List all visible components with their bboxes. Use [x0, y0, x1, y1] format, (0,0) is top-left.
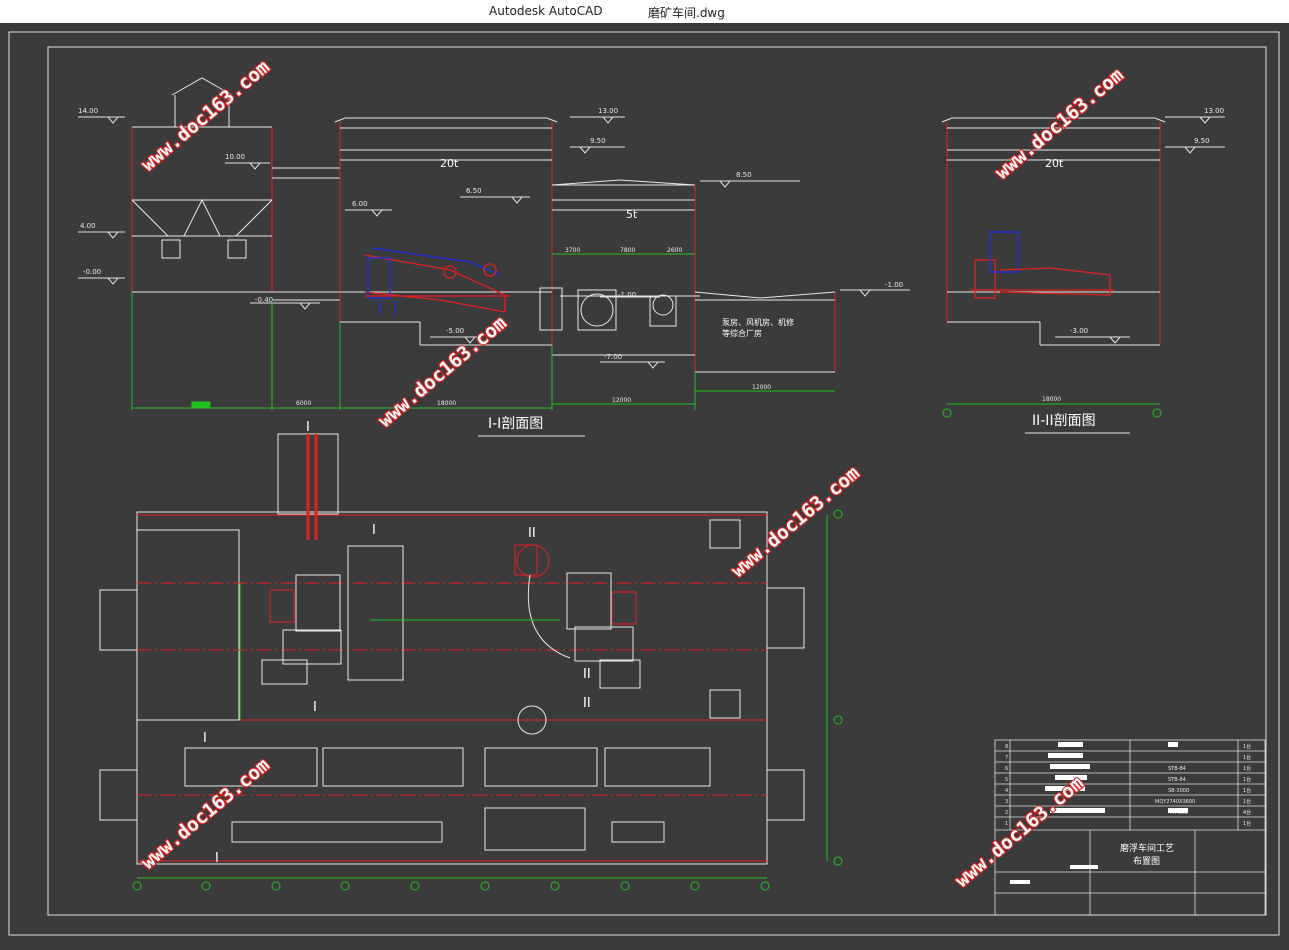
crane-20t-label: 20t	[440, 157, 459, 170]
svg-text:MQY2740X3600: MQY2740X3600	[1155, 799, 1195, 805]
svg-text:6: 6	[1005, 766, 1008, 772]
svg-text:I: I	[306, 420, 310, 435]
svg-text:18000: 18000	[437, 400, 456, 407]
svg-text:www.doc163.com: www.doc163.com	[951, 772, 1088, 892]
svg-text:II: II	[528, 526, 536, 541]
svg-text:-0.00: -0.00	[83, 268, 101, 276]
svg-text:1台: 1台	[1243, 754, 1251, 761]
svg-text:I: I	[203, 731, 207, 746]
svg-text:1台: 1台	[1243, 743, 1251, 750]
svg-text:1台: 1台	[1243, 776, 1251, 783]
svg-text:1: 1	[1005, 821, 1008, 827]
svg-text:STB-84: STB-84	[1168, 777, 1186, 783]
svg-text:14.00: 14.00	[78, 107, 98, 115]
svg-text:2: 2	[1005, 810, 1008, 816]
drawing-title-1: 磨浮车间工艺	[1120, 842, 1174, 854]
svg-text:12000: 12000	[612, 397, 631, 404]
axis-bubble	[942, 408, 952, 418]
svg-text:8.50: 8.50	[736, 171, 752, 179]
svg-text:6.50: 6.50	[466, 187, 482, 195]
pump-house-note-2: 等综合厂房	[722, 328, 762, 338]
pump-house-note-1: 泵房、风机房、机修	[722, 317, 794, 327]
svg-text:6000: 6000	[296, 400, 311, 407]
section-2-drawing	[941, 116, 1225, 346]
svg-text:9.50: 9.50	[1194, 137, 1210, 145]
svg-text:www.doc163.com: www.doc163.com	[374, 312, 511, 432]
svg-text:1台: 1台	[1243, 820, 1251, 827]
svg-text:2600: 2600	[667, 247, 682, 254]
section-2-title: II-II剖面图	[1032, 413, 1096, 429]
crane-5t-label: 5t	[626, 208, 638, 221]
app-title: Autodesk AutoCAD	[489, 4, 603, 18]
crane-20t-label-2: 20t	[1045, 157, 1064, 170]
file-title: 磨矿车间.dwg	[648, 6, 725, 20]
svg-text:10.00: 10.00	[225, 153, 245, 161]
svg-text:4: 4	[1005, 788, 1008, 794]
svg-text:-5.00: -5.00	[446, 327, 464, 335]
svg-text:3: 3	[1005, 799, 1008, 805]
svg-text:4.00: 4.00	[80, 222, 96, 230]
svg-text:4台: 4台	[1243, 809, 1251, 816]
svg-text:-1.00: -1.00	[618, 291, 636, 299]
drawing-canvas[interactable]: 14.00 10.00 4.00 -0.00 -0.40 6.00 13.00 …	[0, 23, 1289, 946]
svg-text:8: 8	[1005, 744, 1008, 750]
watermarks: www.doc163.com www.doc163.com www.doc163…	[136, 55, 1129, 893]
drawing-title-2: 布置图	[1133, 855, 1160, 867]
cad-drawing: 14.00 10.00 4.00 -0.00 -0.40 6.00 13.00 …	[8, 31, 1280, 936]
svg-text:I: I	[215, 851, 219, 866]
svg-text:7800: 7800	[620, 247, 635, 254]
svg-text:STB-84: STB-84	[1168, 766, 1186, 772]
svg-text:II: II	[583, 667, 591, 682]
svg-text:1台: 1台	[1243, 787, 1251, 794]
svg-text:-7.00: -7.00	[604, 353, 622, 361]
svg-text:II: II	[583, 696, 591, 711]
window-titlebar: Autodesk AutoCAD 磨矿车间.dwg	[0, 0, 1289, 24]
svg-text:6.00: 6.00	[352, 200, 368, 208]
svg-text:12000: 12000	[752, 384, 771, 391]
svg-text:13.00: 13.00	[1204, 107, 1224, 115]
svg-text:13.00: 13.00	[598, 107, 618, 115]
svg-text:-3.00: -3.00	[1070, 327, 1088, 335]
svg-text:I: I	[313, 700, 317, 715]
svg-text:-0.40: -0.40	[255, 296, 273, 304]
svg-text:SB-3000: SB-3000	[1168, 788, 1189, 794]
svg-text:1台: 1台	[1243, 798, 1251, 805]
svg-text:9.50: 9.50	[590, 137, 606, 145]
outer-frame	[8, 31, 1280, 936]
section-2-dim: 18000	[1042, 396, 1061, 403]
svg-text:I: I	[372, 523, 376, 538]
plan-dimension-lines	[137, 515, 828, 879]
svg-text:7: 7	[1005, 755, 1008, 761]
svg-text:1台: 1台	[1243, 765, 1251, 772]
mill-equipment-section1	[364, 247, 510, 316]
plan-equipment	[184, 434, 711, 851]
svg-text:5: 5	[1005, 777, 1008, 783]
svg-text:-1.00: -1.00	[885, 281, 903, 289]
svg-text:www.doc163.com: www.doc163.com	[137, 56, 274, 176]
section-1-title: I-I剖面图	[488, 416, 543, 432]
svg-text:www.doc163.com: www.doc163.com	[727, 462, 864, 582]
svg-text:www.doc163.com: www.doc163.com	[137, 754, 274, 874]
mill-equipment-section2	[970, 231, 1115, 299]
svg-text:3700: 3700	[565, 247, 580, 254]
plan-section-marks: I I II II I II I I	[203, 420, 591, 866]
dimension-labels-1: 6000 18000 12000 12000 3700 7800 2600	[296, 247, 771, 407]
axis-bubble	[1152, 408, 1162, 418]
elevation-labels-2: 13.00 9.50 -3.00	[1070, 107, 1224, 335]
